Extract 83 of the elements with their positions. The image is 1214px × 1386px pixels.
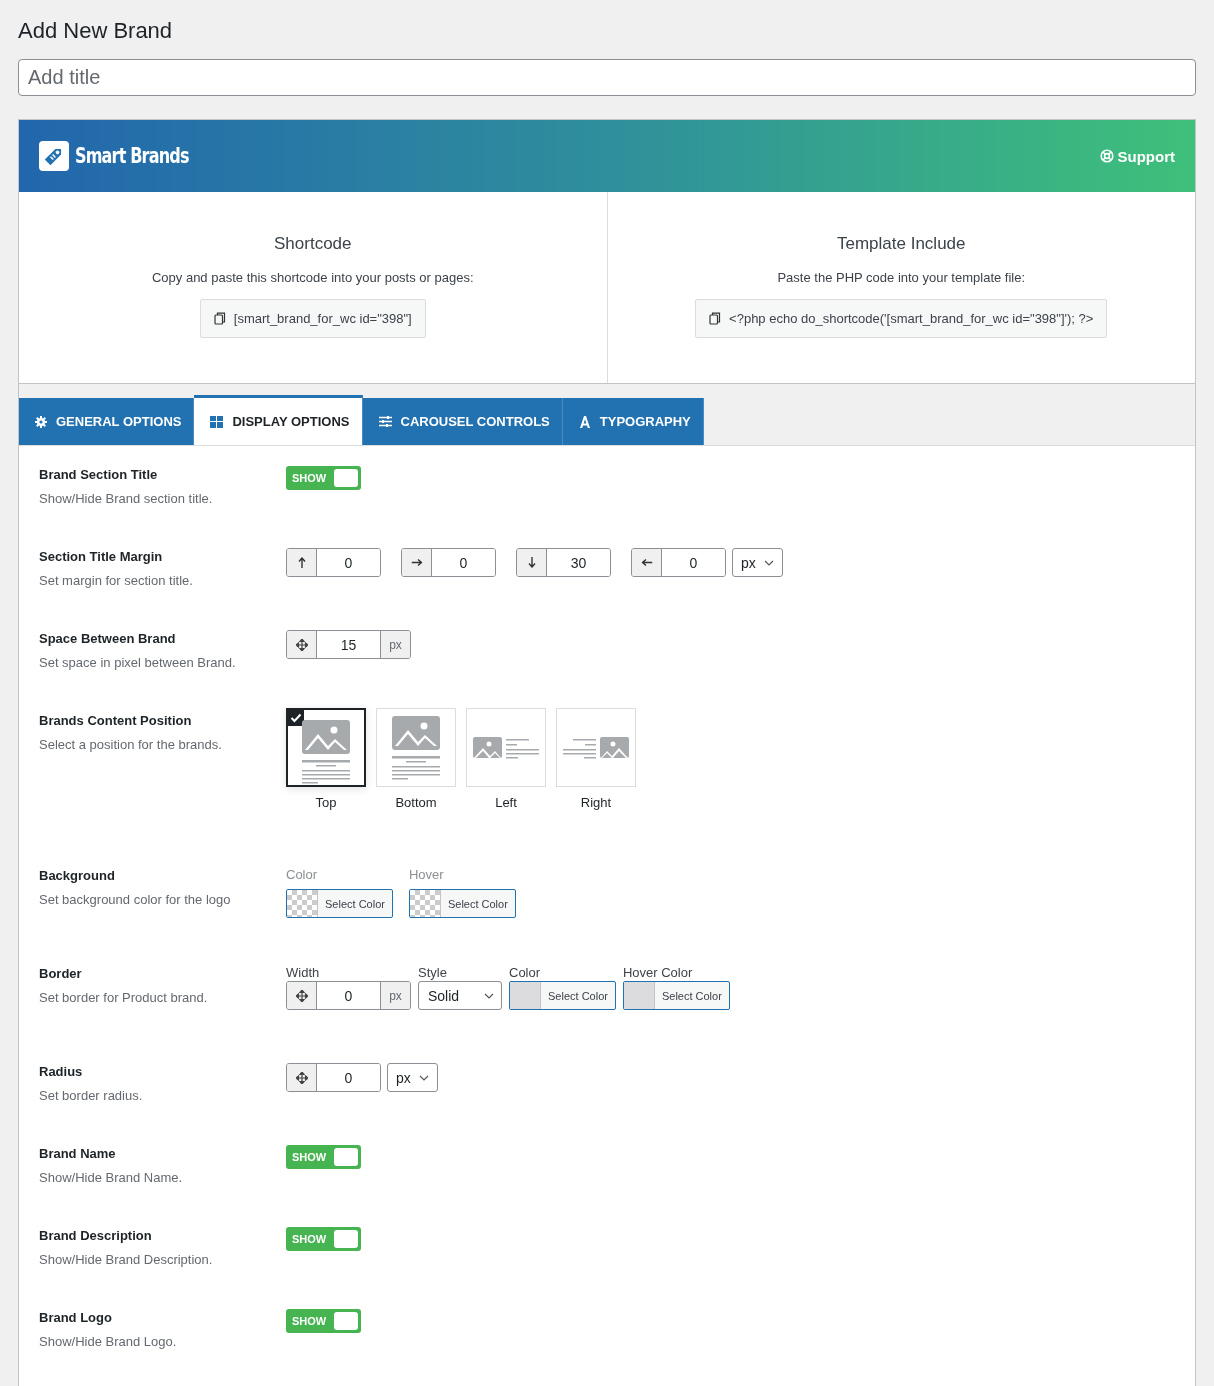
setting-description: Show/Hide Brand section title.: [39, 491, 214, 506]
page-title: Add New Brand: [18, 17, 174, 45]
code-text: [smart_brand_for_wc id="398"]: [233, 311, 412, 326]
setting-description: Show/Hide Brand Logo.: [39, 1334, 178, 1349]
layout-image-left-icon: [473, 736, 539, 759]
code-snippet[interactable]: [smart_brand_for_wc id="398"]: [199, 299, 426, 338]
tab[interactable]: DISPLAY OPTIONS: [194, 395, 363, 445]
color-picker-button[interactable]: Select Color: [286, 889, 393, 918]
setting-title: Brand Section Title: [39, 467, 159, 482]
title-field[interactable]: Add title: [18, 59, 1196, 96]
layout-image-above-text-icon: [302, 720, 350, 784]
position-label: Top: [315, 795, 337, 810]
field-label: Width: [286, 965, 321, 980]
setting-description: Select a position for the brands.: [39, 737, 223, 752]
tab[interactable]: CAROUSEL CONTROLS: [362, 398, 563, 445]
section-title: Shortcode: [274, 234, 352, 254]
lifebuoy-icon: [1099, 149, 1114, 163]
position-option[interactable]: [286, 708, 366, 787]
section-description: Paste the PHP code into your template file:: [777, 270, 1026, 285]
brand-name: Smart Brands: [75, 144, 189, 168]
move-icon: [295, 638, 308, 651]
code-text: <?php echo do_shortcode('[smart_brand_for_wc id="398"]'); ?>: [729, 311, 1094, 326]
arrow-left-icon: [641, 558, 652, 567]
setting-title: Background: [39, 868, 116, 883]
field-label: Hover: [408, 867, 445, 882]
layout-image-above-text-icon: [392, 715, 440, 780]
typography-icon: [578, 415, 591, 428]
move-icon: [295, 989, 308, 1002]
move-icon: [295, 1071, 308, 1084]
setting-title: Border: [39, 966, 83, 981]
number-input[interactable]: 30: [516, 548, 611, 577]
setting-description: Show/Hide Brand Description.: [39, 1252, 214, 1267]
position-label: Bottom: [395, 795, 437, 810]
setting-description: Show/Hide Brand Name.: [39, 1170, 184, 1185]
grid-icon: [210, 415, 224, 428]
setting-description: Set margin for section title.: [39, 573, 194, 588]
setting-title: Brand Name: [39, 1146, 117, 1161]
layout-image-right-icon: [563, 736, 629, 759]
number-input[interactable]: 0: [401, 548, 496, 577]
field-label: Style: [418, 965, 448, 980]
copy-icon: [709, 312, 722, 325]
setting-title: Brand Logo: [39, 1310, 113, 1325]
tab[interactable]: TYPOGRAPHY: [562, 398, 704, 445]
chevron-down-icon: [484, 992, 494, 999]
setting-title: Brands Content Position: [39, 713, 193, 728]
section-description: Copy and paste this shortcode into your posts or pages:: [151, 270, 474, 285]
chevron-down-icon: [418, 1074, 429, 1081]
position-label: Right: [580, 795, 612, 810]
number-input[interactable]: 15 px: [286, 630, 411, 659]
setting-title: Radius: [39, 1064, 84, 1079]
setting-description: Set border radius.: [39, 1088, 144, 1103]
field-label: Color: [286, 867, 319, 882]
setting-title: Brand Description: [39, 1228, 153, 1243]
number-input[interactable]: 0: [286, 1063, 381, 1092]
arrow-right-icon: [411, 558, 422, 567]
unit-select[interactable]: px: [387, 1063, 438, 1092]
arrow-up-icon: [297, 557, 306, 568]
number-input[interactable]: 0: [631, 548, 726, 577]
field-label: Hover Color: [622, 965, 694, 980]
number-input[interactable]: 0: [286, 548, 381, 577]
setting-title: Section Title Margin: [39, 549, 164, 564]
chevron-down-icon: [763, 559, 774, 566]
setting-description: Set space in pixel between Brand.: [39, 655, 237, 670]
style-select[interactable]: Solid: [418, 981, 502, 1010]
section-title: Template Include: [837, 234, 966, 254]
setting-description: Set background color for the logo: [39, 892, 232, 907]
sliders-icon: [378, 416, 392, 427]
color-picker-button[interactable]: Select Color: [408, 889, 516, 918]
check-icon: [288, 710, 304, 726]
code-snippet[interactable]: <?php echo do_shortcode('[smart_brand_for_wc id="398"]'); ?>: [695, 299, 1108, 338]
tag-logo-icon: [39, 141, 69, 171]
copy-icon: [213, 312, 226, 325]
color-picker-button[interactable]: Select Color: [509, 981, 616, 1010]
setting-description: Set border for Product brand.: [39, 990, 209, 1005]
arrow-down-icon: [527, 557, 536, 568]
position-label: Left: [495, 795, 517, 810]
unit-select[interactable]: px: [732, 548, 783, 577]
gear-icon: [35, 415, 47, 428]
color-picker-button[interactable]: Select Color: [622, 981, 730, 1010]
field-label: Color: [509, 965, 542, 980]
setting-title: Space Between Brand: [39, 631, 177, 646]
tab[interactable]: GENERAL OPTIONS: [19, 398, 195, 445]
number-input[interactable]: 0 px: [286, 981, 411, 1010]
